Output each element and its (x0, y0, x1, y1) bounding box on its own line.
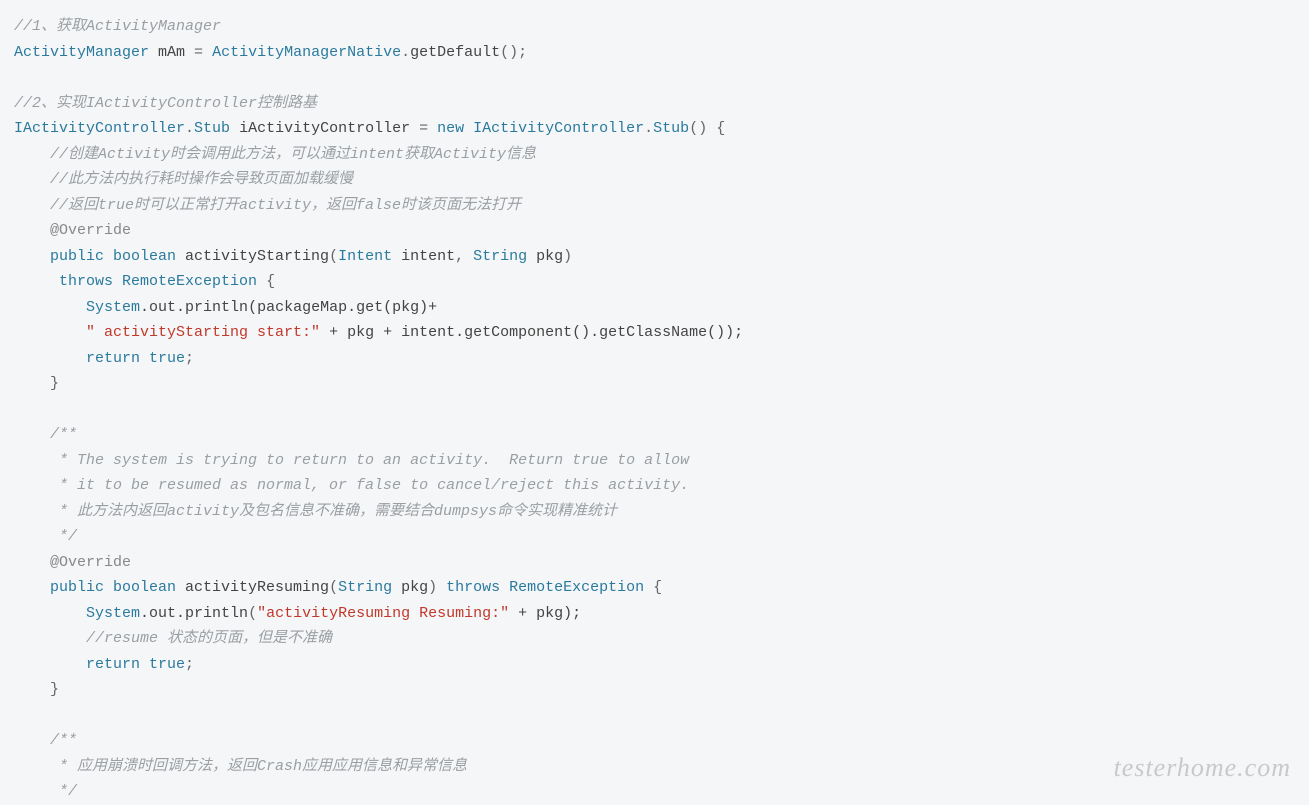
type-token: IActivityController (14, 120, 185, 137)
javadoc-line: * 此方法内返回activity及包名信息不准确，需要结合dumpsys命令实现… (14, 503, 617, 520)
comment-line: //1、获取ActivityManager (14, 18, 221, 35)
type-token: String (464, 248, 527, 265)
javadoc-line: * it to be resumed as normal, or false t… (14, 477, 689, 494)
string-literal: "activityResuming Resuming:" (257, 605, 509, 622)
comment-line: //此方法内执行耗时操作会导致页面加载缓慢 (14, 171, 353, 188)
dot-out: .out. (140, 299, 185, 316)
semicolon: ; (185, 656, 194, 673)
operator: = (194, 44, 203, 61)
operator: = (419, 120, 428, 137)
semicolon: ; (185, 350, 194, 367)
method-name: activityStarting (185, 248, 329, 265)
paren: ( (329, 248, 338, 265)
dot: . (185, 120, 194, 137)
annotation-override: @Override (14, 222, 131, 239)
type-token: RemoteException (509, 579, 644, 596)
keyword-boolean: boolean (104, 579, 185, 596)
type-token: String (338, 579, 392, 596)
string-literal: " activityStarting start:" (14, 324, 320, 341)
comment-line: //2、实现IActivityController控制路基 (14, 95, 317, 112)
dot: . (401, 44, 410, 61)
type-token: Stub (194, 120, 230, 137)
param: pkg (527, 248, 563, 265)
type-token: ActivityManagerNative (203, 44, 401, 61)
keyword-boolean: boolean (104, 248, 185, 265)
keyword-throws: throws (437, 579, 509, 596)
brace: { (257, 273, 275, 290)
javadoc-open: /** (14, 426, 77, 443)
keyword-true: true (140, 656, 185, 673)
type-token: ActivityManager (14, 44, 149, 61)
javadoc-line: * The system is trying to return to an a… (14, 452, 689, 469)
param: intent (392, 248, 455, 265)
brace: () { (689, 120, 725, 137)
watermark-text: testerhome.com (1114, 746, 1291, 790)
keyword-return: return (14, 350, 140, 367)
keyword-true: true (140, 350, 185, 367)
code-block: //1、获取ActivityManager ActivityManager mA… (14, 14, 1295, 805)
javadoc-open: /** (14, 732, 77, 749)
comma: , (455, 248, 464, 265)
keyword-return: return (14, 656, 140, 673)
variable: iActivityController (230, 120, 419, 137)
keyword-public: public (14, 579, 104, 596)
method-call: getDefault (410, 44, 500, 61)
dot-out: .out. (140, 605, 185, 622)
brace: } (14, 681, 59, 698)
keyword-public: public (14, 248, 104, 265)
dot: . (644, 120, 653, 137)
method-name: activityResuming (185, 579, 329, 596)
javadoc-line: * 应用崩溃时回调方法，返回Crash应用应用信息和异常信息 (14, 758, 467, 775)
args: (packageMap.get(pkg)+ (248, 299, 437, 316)
brace: { (644, 579, 662, 596)
type-token: RemoteException (122, 273, 257, 290)
punctuation: (); (500, 44, 527, 61)
paren: ) (428, 579, 437, 596)
javadoc-close: */ (14, 783, 77, 800)
expr: + pkg); (509, 605, 581, 622)
type-token: System (14, 605, 140, 622)
paren: ( (248, 605, 257, 622)
comment-line: //创建Activity时会调用此方法，可以通过intent获取Activity… (14, 146, 536, 163)
annotation-override: @Override (14, 554, 131, 571)
keyword-throws: throws (14, 273, 122, 290)
paren: ) (563, 248, 572, 265)
brace: } (14, 375, 59, 392)
javadoc-close: */ (14, 528, 77, 545)
variable: mAm (149, 44, 194, 61)
comment-line: //resume 状态的页面，但是不准确 (14, 630, 332, 647)
comment-line: //返回true时可以正常打开activity，返回false时该页面无法打开 (14, 197, 521, 214)
param: pkg (392, 579, 428, 596)
method-call: println (185, 299, 248, 316)
type-token: Intent (338, 248, 392, 265)
keyword-new: new (428, 120, 473, 137)
paren: ( (329, 579, 338, 596)
expr: + pkg + intent.getComponent().getClassNa… (320, 324, 743, 341)
method-call: println (185, 605, 248, 622)
type-token: IActivityController (473, 120, 644, 137)
type-token: Stub (653, 120, 689, 137)
type-token: System (14, 299, 140, 316)
